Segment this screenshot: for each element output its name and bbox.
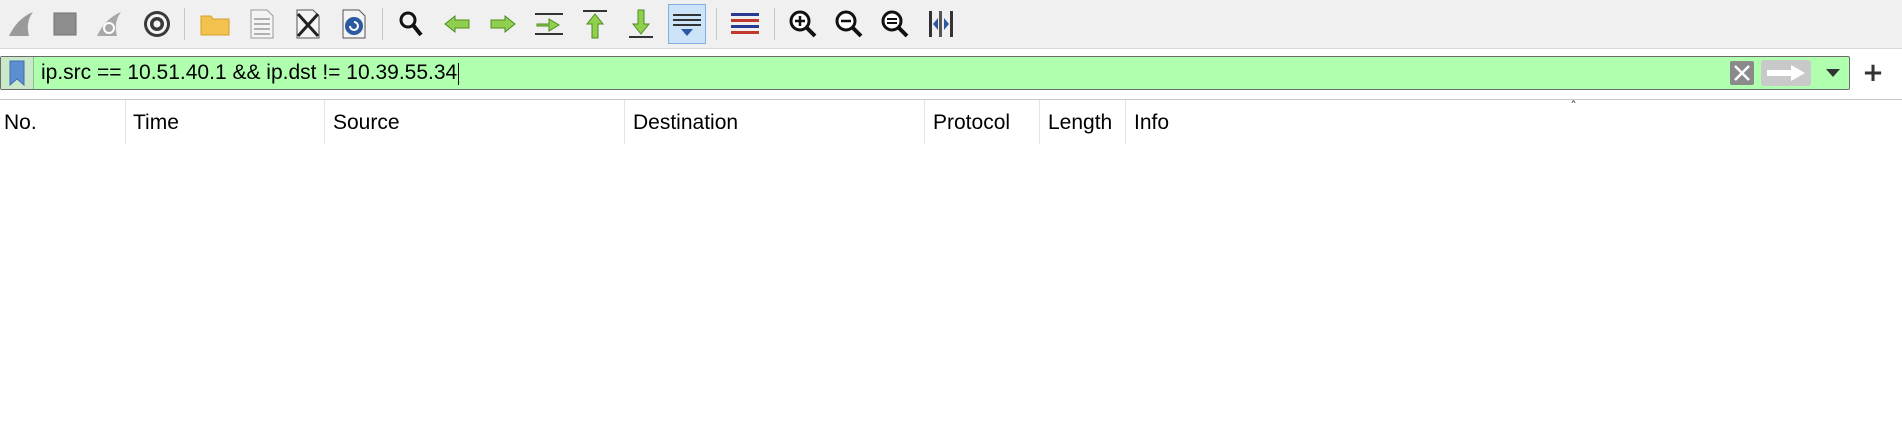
column-header-length[interactable]: Length <box>1044 100 1126 144</box>
arrow-up-first-icon <box>583 10 607 39</box>
go-to-packet-icon <box>535 13 563 35</box>
text-caret <box>458 63 460 85</box>
close-file-icon <box>296 9 320 39</box>
zoom-in-icon <box>789 10 817 38</box>
column-header-info[interactable]: Info <box>1130 100 1730 144</box>
shark-fin-restart-icon <box>97 12 121 36</box>
bookmark-icon <box>9 60 25 86</box>
save-file-button[interactable] <box>242 4 280 44</box>
reload-file-icon <box>342 9 366 39</box>
apply-filter-button[interactable] <box>1761 60 1811 86</box>
find-packet-button[interactable] <box>392 4 430 44</box>
display-filter-input[interactable] <box>41 57 1721 89</box>
folder-icon <box>200 15 230 36</box>
shark-fin-icon <box>9 12 33 36</box>
restart-capture-button[interactable] <box>90 4 128 44</box>
go-next-button[interactable] <box>484 4 522 44</box>
resize-columns-icon <box>929 11 953 37</box>
go-last-button[interactable] <box>622 4 660 44</box>
column-header-no[interactable]: No. <box>0 100 126 144</box>
auto-scroll-icon <box>673 14 701 36</box>
column-header-destination[interactable]: Destination <box>629 100 925 144</box>
auto-scroll-button[interactable] <box>668 4 706 44</box>
filter-bookmark-button[interactable] <box>1 57 34 89</box>
close-file-button[interactable] <box>288 4 326 44</box>
binary-file-icon <box>250 9 274 39</box>
open-file-button[interactable] <box>196 4 234 44</box>
column-header-source[interactable]: Source <box>329 100 625 144</box>
reload-file-button[interactable] <box>334 4 372 44</box>
gear-icon <box>144 11 170 37</box>
colorize-button[interactable] <box>726 4 764 44</box>
colorize-lines-icon <box>731 13 759 34</box>
packet-list-header: ˆ No. Time Source Destination Protocol L… <box>0 99 1902 144</box>
magnifier-icon <box>399 11 423 37</box>
chevron-down-icon <box>1826 69 1840 77</box>
stop-square-icon <box>53 12 77 36</box>
arrow-left-icon <box>444 14 470 34</box>
go-to-packet-button[interactable] <box>530 4 568 44</box>
stop-capture-button[interactable] <box>46 4 84 44</box>
go-first-button[interactable] <box>576 4 614 44</box>
arrow-down-last-icon <box>629 9 653 38</box>
arrow-right-icon <box>490 14 516 34</box>
resize-columns-button[interactable] <box>922 4 960 44</box>
column-header-time[interactable]: Time <box>129 100 325 144</box>
add-filter-button[interactable]: + <box>1856 56 1890 90</box>
normal-size-button[interactable] <box>876 4 914 44</box>
packet-list[interactable]: ˆ No. Time Source Destination Protocol L… <box>0 99 1902 440</box>
zoom-out-icon <box>835 10 863 38</box>
capture-options-button[interactable] <box>138 4 176 44</box>
display-filter-bar <box>0 56 1850 90</box>
apply-arrow-icon <box>1767 65 1805 81</box>
clear-filter-button[interactable] <box>1728 60 1756 86</box>
zoom-in-button[interactable] <box>784 4 822 44</box>
start-capture-button[interactable] <box>2 4 40 44</box>
clear-x-icon <box>1730 61 1754 85</box>
go-previous-button[interactable] <box>438 4 476 44</box>
main-toolbar <box>0 0 1902 49</box>
zoom-out-button[interactable] <box>830 4 868 44</box>
zoom-reset-icon <box>881 10 909 38</box>
recent-filters-dropdown[interactable] <box>1819 60 1847 86</box>
column-header-protocol[interactable]: Protocol <box>929 100 1040 144</box>
